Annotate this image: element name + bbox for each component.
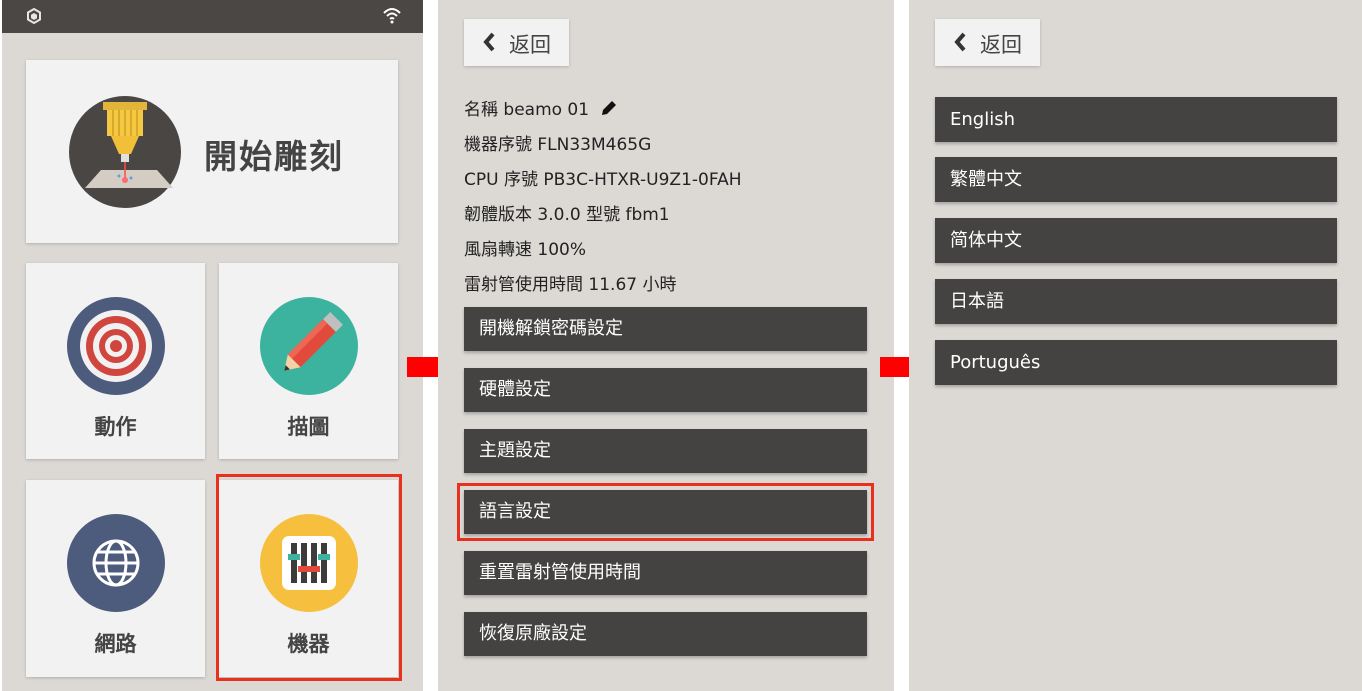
back-button[interactable]: 返回 [935,19,1040,66]
start-engraving-tile[interactable]: 開始雕刻 [26,60,398,243]
target-icon [67,297,165,395]
theme-settings-button[interactable]: 主題設定 [464,429,867,473]
language-option-english[interactable]: English [935,97,1337,142]
language-option-traditional-chinese[interactable]: 繁體中文 [935,157,1337,202]
cpu-serial: CPU 序號 PB3C-HTXR-U9Z1-0FAH [464,170,742,190]
firmware-version: 韌體版本 3.0.0 型號 fbm1 [464,205,670,225]
factory-reset-button[interactable]: 恢復原廠設定 [464,612,867,656]
reset-laser-time-button[interactable]: 重置雷射管使用時間 [464,551,867,595]
edit-pencil-icon[interactable] [600,99,618,117]
chevron-left-icon [954,32,966,52]
serial-number: 機器序號 FLN33M465G [464,135,652,155]
language-panel: 返回 English 繁體中文 简体中文 日本語 Português [909,0,1362,691]
move-label: 動作 [94,415,137,439]
unlock-password-button[interactable]: 開機解鎖密碼設定 [464,307,867,351]
back-label: 返回 [509,33,551,57]
laser-tube-time: 雷射管使用時間 11.67 小時 [464,275,677,295]
pencil-icon [260,297,358,395]
language-option-japanese[interactable]: 日本語 [935,279,1337,324]
fan-speed: 風扇轉速 100% [464,240,587,260]
machine-tile-highlight [216,474,402,681]
hardware-settings-button[interactable]: 硬體設定 [464,368,867,412]
status-bar [2,0,423,33]
back-label: 返回 [980,33,1022,57]
start-engraving-label: 開始雕刻 [204,137,344,176]
draw-tile[interactable]: 描圖 [219,263,398,459]
machine-settings-panel: 返回 名稱 beamo 01 機器序號 FLN33M465G CPU 序號 PB… [438,0,894,691]
device-name: 名稱 beamo 01 [464,100,590,120]
wifi-icon [383,8,401,24]
device-name-row: 名稱 beamo 01 [464,95,618,120]
chevron-left-icon [483,32,495,52]
beam-logo-icon [27,8,41,24]
back-button[interactable]: 返回 [464,19,569,66]
draw-label: 描圖 [287,415,330,439]
network-label: 網路 [94,632,137,656]
language-settings-highlight [457,483,874,541]
globe-icon [67,514,165,612]
network-tile[interactable]: 網路 [26,480,205,677]
language-option-simplified-chinese[interactable]: 简体中文 [935,218,1337,263]
move-tile[interactable]: 動作 [26,263,205,459]
language-option-portuguese[interactable]: Português [935,340,1337,385]
laser-head-icon [69,96,181,208]
